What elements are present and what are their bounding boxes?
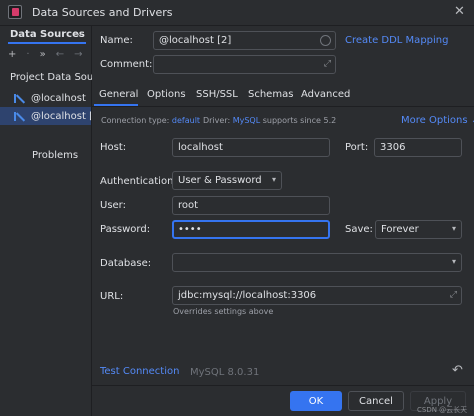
chevron-down-icon[interactable]: ⌄	[76, 29, 84, 39]
host-label: Host:	[100, 142, 127, 153]
save-label: Save:	[345, 224, 373, 235]
chevron-down-icon: ▾	[451, 224, 456, 233]
window-title: Data Sources and Drivers	[32, 6, 173, 19]
tab-ssh-ssl[interactable]: SSH/SSL	[196, 89, 238, 100]
sidebar-item-label: @localhost [2]	[31, 110, 91, 122]
driver-label: Driver:	[203, 116, 231, 125]
tab-general[interactable]: General	[99, 89, 138, 100]
user-label: User:	[100, 200, 126, 211]
url-field[interactable]: jdbc:mysql://localhost:3306 ⤢	[172, 286, 462, 305]
port-label: Port:	[345, 142, 369, 153]
comment-field[interactable]: ⤢	[153, 55, 336, 74]
tabs-divider	[92, 106, 474, 107]
chevron-down-icon: ▾	[451, 257, 456, 266]
add-icon[interactable]: +	[8, 49, 16, 61]
back-icon[interactable]: ←	[56, 49, 64, 61]
authentication-label: Authentication:	[100, 176, 177, 187]
connection-type-info: Connection type: default	[101, 116, 200, 125]
database-select[interactable]: ▾	[172, 253, 462, 272]
port-field[interactable]: 3306	[374, 138, 462, 157]
name-field[interactable]: @localhost [2]	[153, 31, 336, 50]
tab-schemas[interactable]: Schemas	[248, 89, 293, 100]
sidebar-item-localhost-2[interactable]: @localhost [2]	[0, 107, 91, 125]
tab-advanced[interactable]: Advanced	[301, 89, 350, 100]
sidebar-item-label: @localhost	[31, 92, 86, 104]
url-note: Overrides settings above	[173, 307, 274, 316]
authentication-value: User & Password	[178, 175, 262, 186]
name-value: @localhost [2]	[159, 35, 232, 46]
url-label: URL:	[100, 291, 124, 302]
user-field[interactable]: root	[172, 196, 330, 215]
connection-type-label: Connection type:	[101, 116, 170, 125]
database-label: Database:	[100, 258, 152, 269]
cancel-button[interactable]: Cancel	[348, 391, 404, 411]
sidebar-title-underline	[8, 42, 86, 44]
sidebar	[0, 26, 92, 416]
authentication-select[interactable]: User & Password ▾	[172, 171, 282, 190]
sidebar-section-project-data-sources[interactable]: Project Data Sou...	[10, 72, 92, 83]
more-icon[interactable]: »	[40, 49, 46, 61]
test-connection-link[interactable]: Test Connection	[100, 366, 179, 377]
name-label: Name:	[100, 35, 133, 46]
separator-dot: ·	[26, 49, 30, 60]
expand-icon[interactable]: ⤢	[450, 290, 457, 300]
revert-icon[interactable]: ↶	[452, 363, 463, 378]
sidebar-toolbar: + · » ← →	[8, 49, 82, 61]
comment-label: Comment:	[100, 59, 153, 70]
tab-options[interactable]: Options	[147, 89, 186, 100]
chevron-down-icon: ▾	[271, 175, 276, 184]
driver-info: Driver: MySQL supports since 5.2	[203, 116, 336, 125]
app-logo-icon	[8, 5, 22, 19]
close-icon[interactable]: ✕	[454, 4, 465, 19]
driver-link[interactable]: MySQL	[233, 116, 260, 125]
mysql-version: MySQL 8.0.31	[190, 367, 260, 378]
expand-icon[interactable]: ⤢	[324, 59, 331, 69]
mysql-icon	[14, 93, 25, 104]
connection-type-link[interactable]: default	[172, 116, 200, 125]
mysql-icon	[14, 111, 25, 122]
save-select[interactable]: Forever ▾	[375, 220, 462, 239]
forward-icon[interactable]: →	[74, 49, 82, 61]
create-ddl-mapping-link[interactable]: Create DDL Mapping	[345, 35, 448, 46]
footer-divider	[92, 385, 474, 386]
more-options-link[interactable]: More Options ⌄	[401, 115, 474, 126]
driver-suffix: supports since 5.2	[262, 116, 337, 125]
watermark: CSDN @云长天	[417, 406, 468, 414]
url-value: jdbc:mysql://localhost:3306	[178, 290, 317, 301]
host-field[interactable]: localhost	[172, 138, 330, 157]
save-value: Forever	[381, 224, 419, 235]
ok-button[interactable]: OK	[290, 391, 342, 411]
password-field[interactable]: ••••	[172, 220, 330, 239]
password-label: Password:	[100, 224, 151, 235]
clear-icon[interactable]	[320, 35, 331, 46]
sidebar-problems[interactable]: Problems	[32, 150, 78, 161]
sidebar-item-localhost[interactable]: @localhost	[0, 89, 91, 107]
sidebar-title[interactable]: Data Sources	[10, 29, 85, 40]
